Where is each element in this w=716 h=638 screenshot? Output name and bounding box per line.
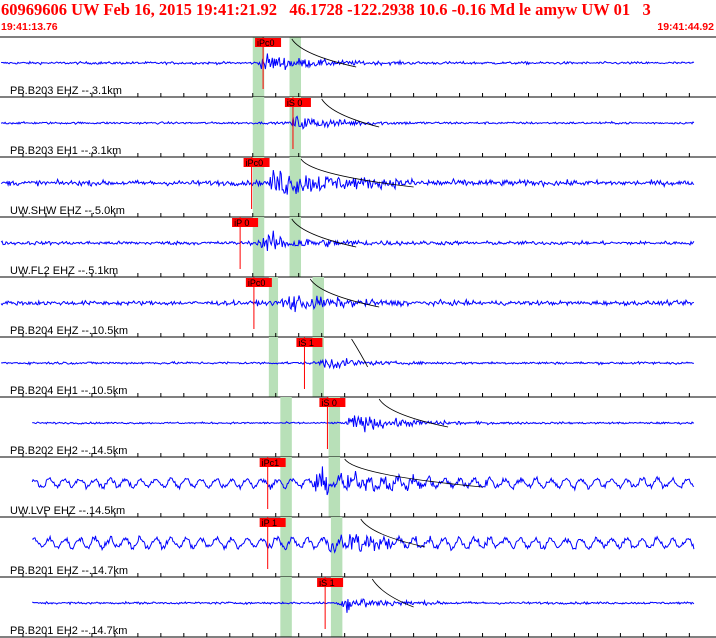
pick-label: iP 1 (262, 518, 277, 528)
pick-label: iPc0 (248, 278, 266, 288)
waveform-trace (1, 53, 695, 71)
waveform-trace (0, 295, 694, 313)
s-window-band (330, 517, 343, 577)
p-window-band (280, 397, 292, 457)
waveform-trace (32, 415, 695, 433)
station-label: UW.FL2 EHZ --.5.1km (10, 265, 118, 277)
pick-label: iPc1 (262, 458, 280, 468)
station-label: PB.B203 EH1 --.3.1km (10, 145, 121, 157)
pick-label: iS 1 (319, 578, 335, 588)
waveform-trace (0, 170, 695, 195)
waveform-trace (31, 466, 695, 496)
waveform-trace (0, 358, 694, 370)
pick-label: iS 1 (298, 338, 314, 348)
s-window-band (289, 217, 302, 277)
pick-label: iPc0 (257, 38, 275, 48)
p-window-band (252, 97, 265, 157)
pick-label: iP 0 (234, 218, 249, 228)
station-label: UW.SHW EHZ --.5.0km (10, 205, 125, 217)
waveform-trace (32, 598, 695, 613)
coda-curve (344, 458, 483, 488)
s-window-band (289, 37, 302, 97)
pick-label: iS 0 (321, 398, 337, 408)
p-window-band (268, 337, 279, 397)
pick-label: iS 0 (287, 98, 303, 108)
s-window-band (289, 157, 302, 217)
waveform-trace (32, 534, 695, 554)
pick-label: iPc0 (246, 158, 264, 168)
p-window-band (280, 577, 292, 637)
station-label: PB.B203 EHZ --.3.1km (10, 85, 122, 97)
waveform-trace (0, 115, 695, 130)
waveform-trace (0, 230, 695, 252)
station-label: UW.LVP EHZ --.14.5km (10, 505, 125, 517)
seismogram-plot[interactable]: iPc0 PB.B203 EHZ --.3.1km iS 0 PB.B203 EH1 … (0, 0, 716, 638)
